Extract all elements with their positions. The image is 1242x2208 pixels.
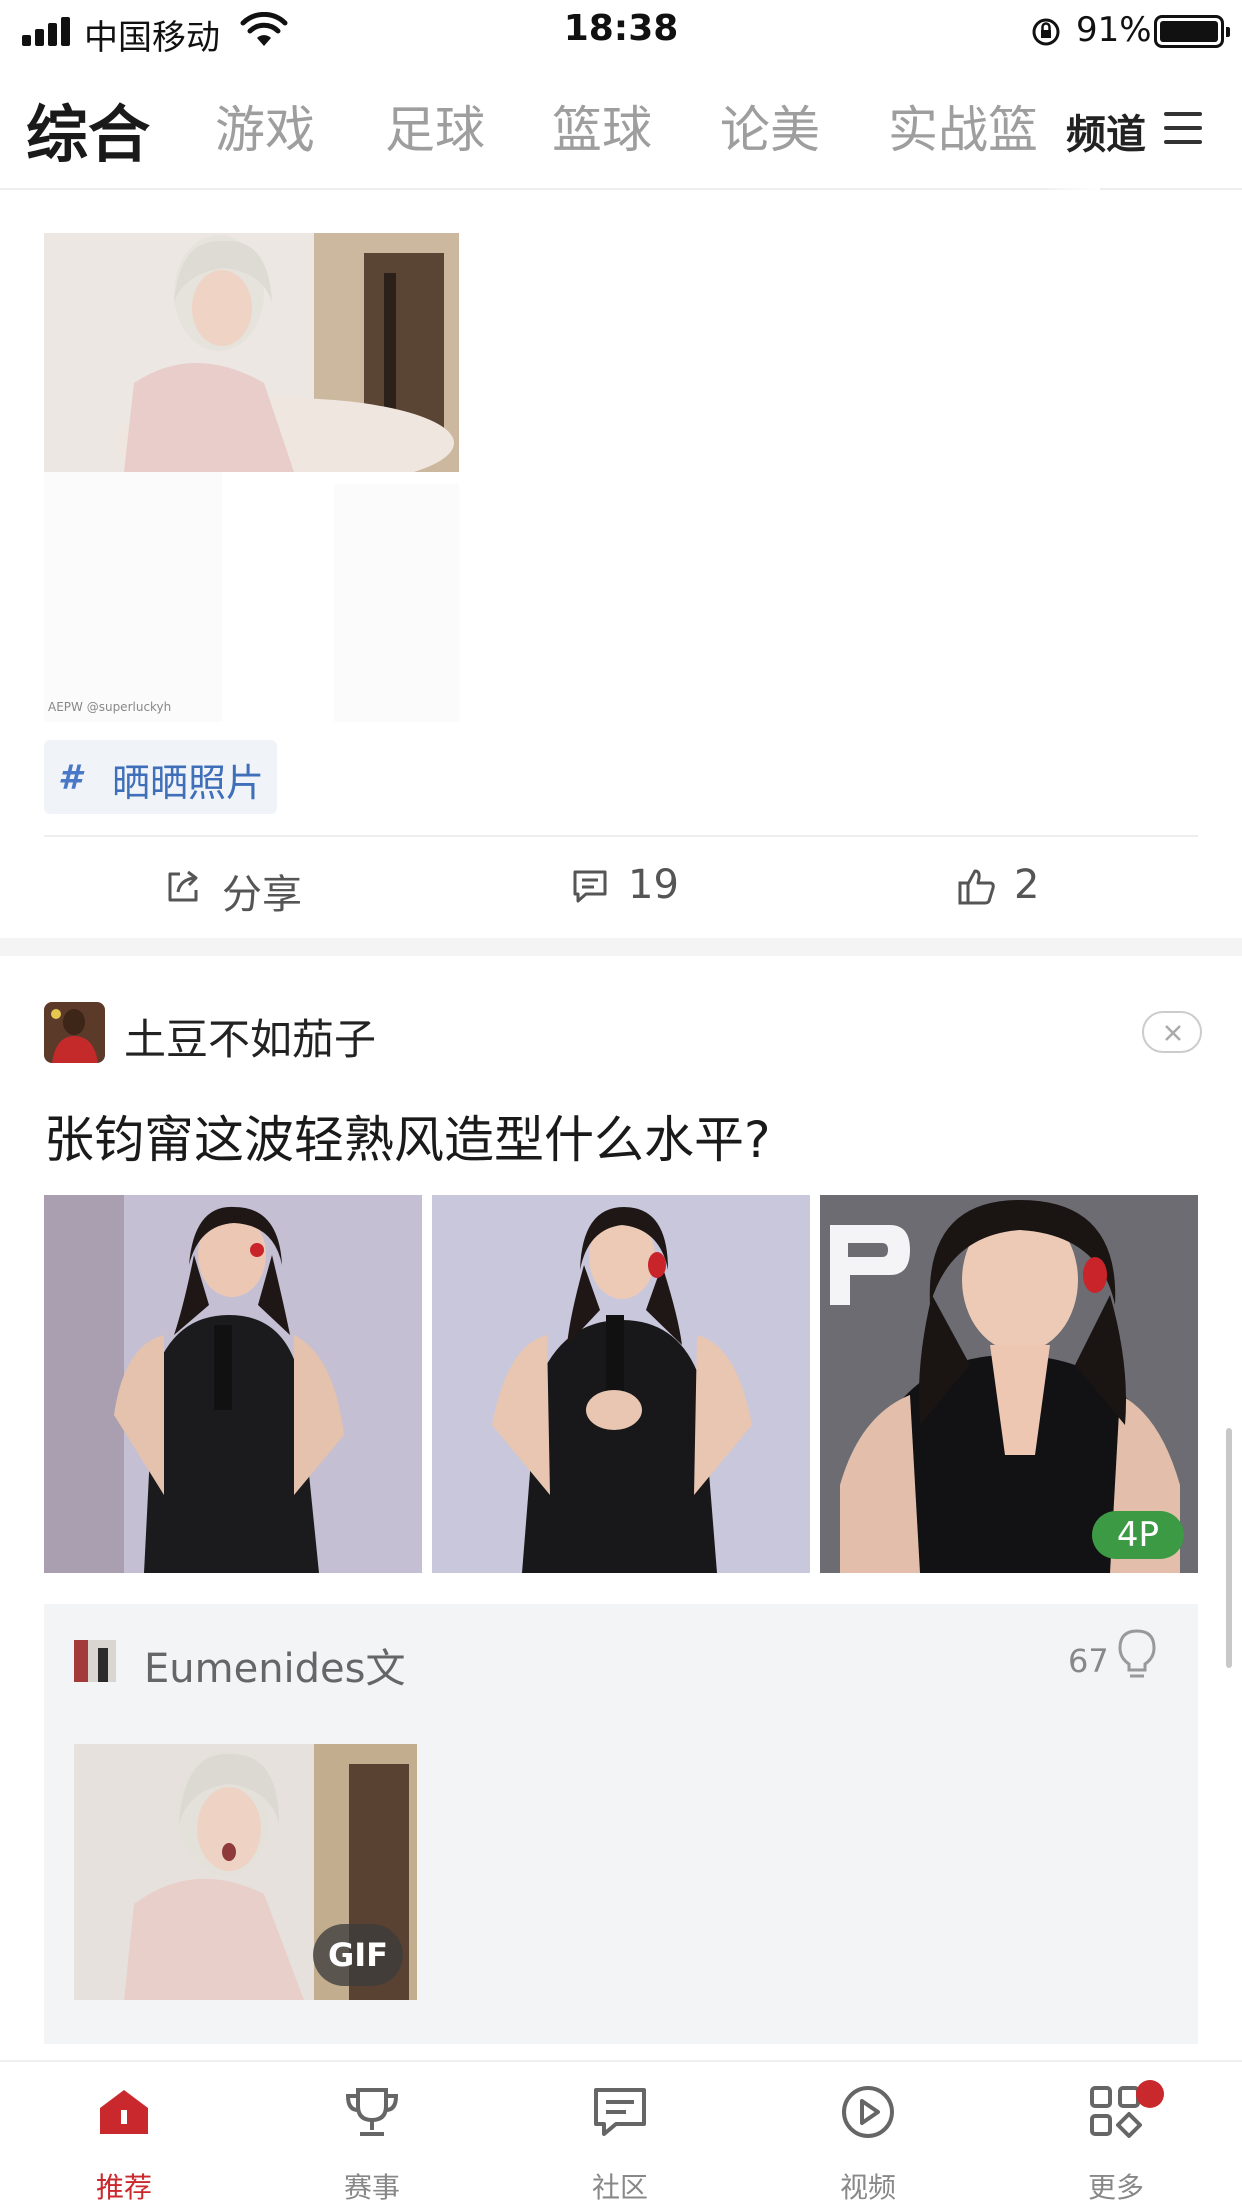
tab-zonghe[interactable]: 综合 <box>26 84 150 174</box>
post-photo-faded: AEPW @superluckyh <box>44 472 459 722</box>
thumbs-up-icon <box>958 869 995 905</box>
nav-video[interactable]: 视频 <box>744 2062 992 2208</box>
tab-shizhan[interactable]: 实战篮 <box>888 90 1038 162</box>
hashtag-icon: # <box>58 758 82 798</box>
bottom-navigation: 推荐 赛事 社区 视频 更多 <box>0 2060 1242 2208</box>
channel-label: 频道 <box>1066 112 1146 158</box>
like-button[interactable]: 2 <box>956 862 1076 912</box>
top-comment[interactable]: Eumenides文 67 GIF <box>44 1604 1198 2044</box>
share-button[interactable]: 分享 <box>164 862 324 918</box>
comment-count: 19 <box>628 862 679 908</box>
tab-lunmei[interactable]: 论美 <box>720 90 820 162</box>
comment-avatar[interactable] <box>74 1640 116 1682</box>
nav-label: 社区 <box>591 2171 648 2204</box>
share-label: 分享 <box>222 872 302 918</box>
gallery-image[interactable] <box>44 1195 422 1573</box>
divider <box>44 835 1198 837</box>
home-icon <box>100 2090 148 2134</box>
channel-tabs: 综合 游戏 足球 篮球 论美 实战篮 频道 <box>0 66 1242 190</box>
photo-count-badge: 4P <box>1092 1511 1184 1559</box>
tab-lanqiu[interactable]: 篮球 <box>552 90 652 162</box>
light-count: 67 <box>1068 1642 1109 1680</box>
post-title[interactable]: 张钧甯这波轻熟风造型什么水平? <box>44 1100 771 1172</box>
menu-icon <box>1164 112 1202 144</box>
status-bar: 中国移动 18:38 91% <box>0 0 1242 66</box>
author-name[interactable]: 土豆不如茄子 <box>124 1006 376 1067</box>
nav-label: 视频 <box>839 2171 896 2204</box>
battery-percent: 91% <box>1076 10 1152 50</box>
nav-label: 更多 <box>1087 2171 1144 2204</box>
channel-button[interactable]: 频道 <box>1064 100 1224 158</box>
scrollbar[interactable] <box>1226 1428 1232 1668</box>
nav-recommend[interactable]: 推荐 <box>0 2062 248 2208</box>
close-icon <box>1165 1025 1181 1041</box>
nav-label: 推荐 <box>95 2171 152 2204</box>
nav-more[interactable]: 更多 <box>992 2062 1240 2208</box>
chat-icon <box>594 2088 646 2136</box>
tab-youxi[interactable]: 游戏 <box>215 90 315 162</box>
image-watermark: AEPW @superluckyh <box>48 700 172 714</box>
nav-matches[interactable]: 赛事 <box>248 2062 496 2208</box>
post-actions: 分享 19 2 <box>0 840 1242 938</box>
like-count: 2 <box>1014 862 1040 908</box>
dismiss-button[interactable] <box>1142 1011 1202 1053</box>
nav-label: 赛事 <box>343 2171 400 2204</box>
gallery-image[interactable]: 4P <box>820 1195 1198 1573</box>
topic-label: 晒晒照片 <box>112 761 265 805</box>
play-icon <box>842 2086 894 2138</box>
gif-badge: GIF <box>313 1924 403 1986</box>
comment-icon <box>573 870 607 903</box>
rotation-lock-icon <box>1032 18 1060 46</box>
section-separator <box>0 938 1242 956</box>
nav-community[interactable]: 社区 <box>496 2062 744 2208</box>
topic-tag[interactable]: # 晒晒照片 <box>44 740 277 814</box>
tab-zuqiu[interactable]: 足球 <box>385 90 485 162</box>
notification-badge <box>1136 2080 1164 2108</box>
comment-gif[interactable]: GIF <box>74 1744 417 2000</box>
post-photo[interactable] <box>44 233 459 472</box>
lightbulb-icon[interactable] <box>1116 1628 1158 1682</box>
trophy-icon <box>345 2088 399 2136</box>
share-icon <box>168 870 198 902</box>
battery-icon <box>1154 15 1230 48</box>
comment-author[interactable]: Eumenides文 <box>144 1636 406 1694</box>
comment-button[interactable]: 19 <box>570 862 710 912</box>
avatar[interactable] <box>44 1002 105 1063</box>
gallery-image[interactable] <box>432 1195 810 1573</box>
